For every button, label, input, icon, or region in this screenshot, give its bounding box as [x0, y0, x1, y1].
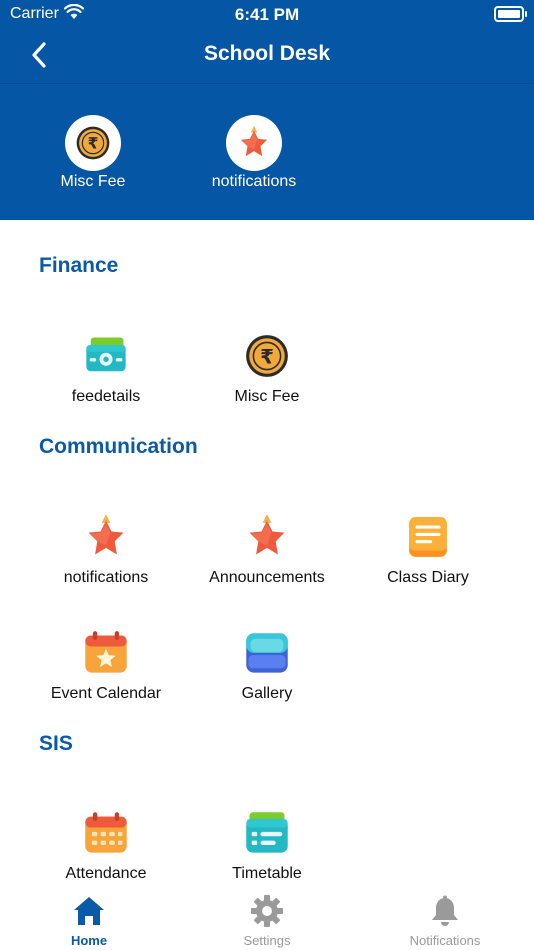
quick-action-label: Misc Fee	[60, 173, 126, 190]
tile-event-calendar[interactable]: Event Calendar	[31, 627, 181, 703]
tab-notifications[interactable]: Notifications	[385, 894, 505, 948]
star-icon	[243, 513, 291, 561]
tile-label: Event Calendar	[50, 685, 162, 702]
calendar-icon	[82, 809, 130, 857]
tab-settings[interactable]: Settings	[207, 894, 327, 948]
calendar-star-icon	[82, 629, 130, 677]
tile-misc-fee[interactable]: Misc Fee	[192, 330, 342, 406]
page-title: School Desk	[203, 42, 331, 65]
tab-label: Notifications	[409, 933, 481, 948]
tile-timetable[interactable]: Timetable	[192, 807, 342, 883]
tile-label: Misc Fee	[234, 388, 300, 405]
rupee-coin-icon	[75, 125, 111, 161]
tile-notifications[interactable]: notifications	[31, 511, 181, 587]
status-bar: Carrier 6:41 PM	[0, 0, 534, 28]
navigation-bar: School Desk	[0, 28, 534, 83]
tab-label: Home	[70, 933, 108, 948]
bell-icon	[432, 895, 458, 926]
quick-action-label: notifications	[211, 173, 297, 190]
gallery-icon	[241, 629, 293, 677]
timetable-icon	[242, 809, 292, 857]
tile-label: Attendance	[65, 865, 147, 882]
tile-label: Class Diary	[387, 569, 469, 586]
tile-label: Gallery	[241, 685, 293, 702]
tab-home[interactable]: Home	[29, 894, 149, 948]
navbar-divider	[0, 83, 534, 84]
tile-label: Announcements	[209, 569, 325, 586]
tab-label: Settings	[243, 933, 291, 948]
tile-attendance[interactable]: Attendance	[31, 807, 181, 883]
clock: 6:41 PM	[234, 5, 300, 24]
tile-gallery[interactable]: Gallery	[192, 627, 342, 703]
gear-icon	[251, 895, 283, 927]
notes-icon	[405, 514, 451, 560]
quick-action-misc-fee[interactable]: Misc Fee	[28, 115, 158, 191]
tile-feedetails[interactable]: feedetails	[31, 330, 181, 406]
tile-announcements[interactable]: Announcements	[192, 511, 342, 587]
tile-label: feedetails	[71, 388, 141, 405]
section-title-communication: Communication	[39, 435, 198, 458]
tile-label: notifications	[63, 569, 149, 586]
battery-icon	[494, 6, 527, 22]
app-header: Carrier 6:41 PM School Desk Misc Fee not…	[0, 0, 534, 220]
quick-action-notifications[interactable]: notifications	[189, 115, 319, 191]
home-icon	[74, 897, 104, 925]
tab-bar: Home Settings Notifications	[0, 888, 534, 950]
cash-icon	[82, 332, 130, 380]
quick-action-icon-circle	[226, 115, 282, 171]
quick-action-icon-circle	[65, 115, 121, 171]
rupee-coin-icon	[244, 333, 290, 379]
tile-label: Timetable	[232, 865, 302, 882]
tile-class-diary[interactable]: Class Diary	[353, 511, 503, 587]
section-title-finance: Finance	[39, 254, 119, 277]
section-title-sis: SIS	[39, 732, 73, 755]
star-icon	[82, 513, 130, 561]
star-icon	[236, 125, 272, 161]
